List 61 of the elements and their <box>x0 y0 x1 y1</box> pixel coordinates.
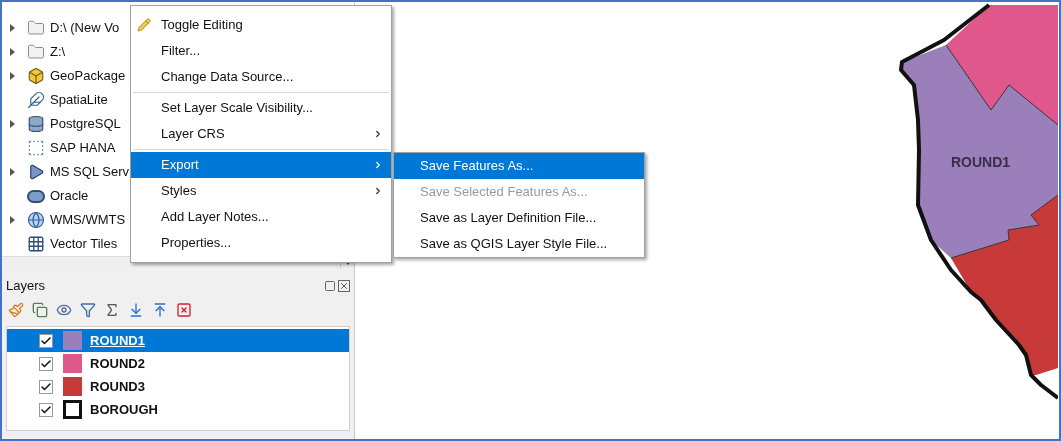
layer-row[interactable]: ROUND2 <box>7 352 349 375</box>
expand-arrow-icon[interactable] <box>9 48 15 56</box>
folder-icon <box>27 43 45 61</box>
layer-name[interactable]: ROUND2 <box>90 353 145 374</box>
dashed-square-icon <box>27 139 45 157</box>
layer-row[interactable]: ROUND3 <box>7 375 349 398</box>
expand-arrow-icon[interactable] <box>9 168 15 176</box>
layer-name[interactable]: BOROUGH <box>90 399 158 420</box>
layer-row[interactable]: BOROUGH <box>7 398 349 421</box>
browser-item[interactable]: Oracle <box>50 186 89 206</box>
globe-icon <box>27 211 45 229</box>
browser-item[interactable]: SAP HANA <box>50 138 116 158</box>
folder-icon <box>27 19 45 37</box>
layer-checkbox[interactable] <box>39 356 53 371</box>
expand-arrow-icon[interactable] <box>9 120 15 128</box>
expand-arrow-icon[interactable] <box>9 72 15 80</box>
menu-item[interactable]: Set Layer Scale Visibility... <box>131 95 391 121</box>
filter-icon[interactable] <box>80 302 96 318</box>
browser-item[interactable]: D:\ (New Vo <box>50 18 120 38</box>
expand-arrow-icon[interactable] <box>9 24 15 32</box>
expression-icon[interactable] <box>104 302 120 318</box>
menu-item[interactable]: Filter... <box>131 38 391 64</box>
remove-layer-icon[interactable] <box>176 302 192 318</box>
grid-icon <box>27 235 45 253</box>
layer-checkbox[interactable] <box>39 402 53 417</box>
menu-item[interactable]: Export <box>131 152 391 178</box>
expand-all-icon[interactable] <box>128 302 144 318</box>
add-group-icon[interactable] <box>32 302 48 318</box>
map-label: ROUND1 <box>951 153 1011 172</box>
browser-item[interactable]: SpatiaLite <box>50 90 108 110</box>
layer-name[interactable]: ROUND1 <box>90 330 145 351</box>
paintbrush-icon[interactable] <box>8 302 24 318</box>
database-icon <box>27 115 45 133</box>
eye-icon[interactable] <box>56 302 72 318</box>
menu-item[interactable]: Styles <box>131 178 391 204</box>
layer-name[interactable]: ROUND3 <box>90 376 145 397</box>
menu-item[interactable]: Layer CRS <box>131 121 391 147</box>
menu-item[interactable]: Toggle Editing <box>131 12 391 38</box>
browser-item[interactable]: Vector Tiles <box>50 234 118 254</box>
feather-icon <box>27 91 45 109</box>
browser-item[interactable]: PostgreSQL <box>50 114 121 134</box>
menu-item[interactable]: Properties... <box>131 230 391 256</box>
menu-item[interactable]: Add Layer Notes... <box>131 204 391 230</box>
menu-item[interactable]: Change Data Source... <box>131 64 391 90</box>
browser-item[interactable]: MS SQL Serv <box>50 162 129 182</box>
layer-checkbox[interactable] <box>39 333 53 348</box>
layer-row[interactable]: ROUND1 <box>7 329 349 352</box>
browser-item[interactable]: WMS/WMTS <box>50 210 126 230</box>
browser-item[interactable]: Z:\ <box>50 42 66 62</box>
rounded-rect-icon <box>27 189 45 203</box>
expand-arrow-icon[interactable] <box>9 216 15 224</box>
menu-item[interactable]: Save as Layer Definition File... <box>394 205 644 231</box>
close-icon[interactable] <box>338 280 350 292</box>
layer-checkbox[interactable] <box>39 379 53 394</box>
collapse-all-icon[interactable] <box>152 302 168 318</box>
cube-icon <box>27 67 45 85</box>
float-icon[interactable] <box>324 280 336 292</box>
menu-item[interactable]: Save as QGIS Layer Style File... <box>394 231 644 257</box>
browser-item[interactable]: GeoPackage <box>50 66 126 86</box>
panel-title: Layers <box>6 277 46 296</box>
menu-item[interactable]: Save Features As... <box>394 153 644 179</box>
